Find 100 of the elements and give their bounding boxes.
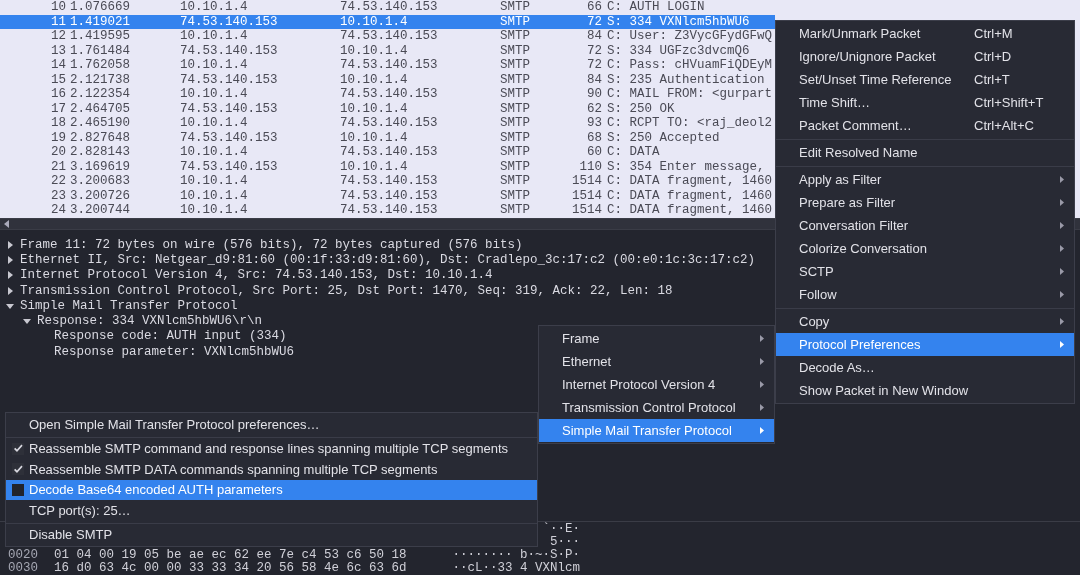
tree-item[interactable]: Response: 334 VXNlcm5hbWU6\r\n	[37, 314, 263, 329]
table-cell-text: SMTP	[500, 0, 531, 15]
checkbox[interactable]	[11, 483, 24, 496]
table-cell: C: DATA fragment, 1460	[607, 188, 773, 203]
table-cell-text: 22	[50, 174, 66, 189]
menu-item[interactable]: Copy	[776, 310, 1074, 333]
expand-arrow-icon[interactable]	[6, 271, 14, 280]
menu-item[interactable]: Conversation Filter	[776, 214, 1074, 237]
menu-item[interactable]: Packet Comment… Ctrl+Alt+C	[776, 114, 1074, 137]
table-cell-text: 16	[50, 87, 66, 102]
table-cell-text: 72	[586, 58, 602, 73]
table-cell-text: 74.53.140.153	[180, 72, 279, 87]
menu-item[interactable]: Prepare as Filter	[776, 191, 1074, 214]
table-cell-text: 60	[586, 145, 602, 160]
menu-item[interactable]: Follow	[776, 283, 1074, 306]
menu-item[interactable]: Time Shift… Ctrl+Shift+T	[776, 91, 1074, 114]
byte-offset: 0030	[7, 562, 39, 575]
expand-arrow-icon[interactable]	[6, 255, 14, 264]
menu-item[interactable]: Colorize Conversation	[776, 237, 1074, 260]
table-cell-text: 1.761484	[70, 43, 131, 58]
table-cell-text: 10.10.1.4	[340, 130, 409, 145]
tree-item[interactable]: Response parameter: VXNlcm5hbWU6	[54, 344, 295, 359]
menu-item[interactable]: Open Simple Mail Transfer Protocol preferences…	[6, 414, 537, 435]
table-cell-text: 93	[586, 116, 602, 131]
menu-item[interactable]: Decode As…	[776, 356, 1074, 379]
menu-item[interactable]: Ignore/Unignore Packet Ctrl+D	[776, 45, 1074, 68]
table-cell-text: SMTP	[500, 174, 531, 189]
submenu-arrow-icon	[760, 427, 764, 434]
table-row[interactable]: 14 1.762058 10.10.1.4 74.53.140.153 SMTP 72 C: Pass: cHVuamFiQDEyM	[0, 58, 775, 73]
table-cell: C: AUTH LOGIN	[607, 0, 705, 15]
table-row[interactable]: 10 1.076669 10.10.1.4 74.53.140.153 SMTP 66 C: AUTH LOGIN	[0, 0, 775, 15]
table-row[interactable]: 24 3.200744 10.10.1.4 74.53.140.153 SMTP 1514 C: DATA fragment, 1460	[0, 203, 775, 218]
table-row[interactable]: 20 2.828143 10.10.1.4 74.53.140.153 SMTP 60 C: DATA	[0, 145, 775, 160]
table-row[interactable]: 12 1.419595 10.10.1.4 74.53.140.153 SMTP 84 C: User: Z3VycGFydGFwQ	[0, 29, 775, 44]
table-cell-text: 10.10.1.4	[180, 116, 249, 131]
table-cell-text: 72	[586, 43, 602, 58]
tree-item[interactable]: Frame 11: 72 bytes on wire (576 bits), 72 bytes captured (576 bits)	[20, 237, 523, 252]
menu-item[interactable]: Protocol Preferences	[776, 333, 1074, 356]
table-cell-text: 74.53.140.153	[340, 145, 439, 160]
ascii-text: ··cL··33 4 VXNlcm	[452, 562, 580, 575]
menu-item[interactable]: Edit Resolved Name	[776, 141, 1074, 164]
menu-item[interactable]: Set/Unset Time Reference Ctrl+T	[776, 68, 1074, 91]
checkbox[interactable]	[11, 463, 24, 476]
table-cell-text: 84	[586, 29, 602, 44]
table-row[interactable]: 19 2.827648 74.53.140.153 10.10.1.4 SMTP 68 S: 250 Accepted	[0, 130, 775, 145]
scroll-left-icon[interactable]	[4, 220, 10, 228]
table-cell-text: 74.53.140.153	[340, 203, 439, 218]
menu-item[interactable]: Reassemble SMTP command and response lines spanning multiple TCP segments	[6, 438, 537, 459]
table-cell-text: SMTP	[500, 14, 531, 29]
table-cell-text: 2.464705	[70, 101, 131, 116]
menu-item[interactable]: Ethernet	[539, 350, 774, 373]
table-cell: S: 334 VXNlcm5hbWU6	[607, 14, 750, 29]
table-cell-text: SMTP	[500, 101, 531, 116]
table-cell-text: SMTP	[500, 203, 531, 218]
expand-arrow-icon[interactable]	[6, 240, 14, 249]
menu-item[interactable]: Reassemble SMTP DATA commands spanning multiple TCP segments	[6, 459, 537, 480]
menu-item[interactable]: Simple Mail Transfer Protocol	[539, 419, 774, 442]
menu-item[interactable]: Decode Base64 encoded AUTH parameters	[6, 479, 537, 500]
table-cell-text: 74.53.140.153	[180, 159, 279, 174]
menu-item[interactable]: Apply as Filter	[776, 168, 1074, 191]
submenu-arrow-icon	[1060, 318, 1064, 325]
table-cell-text: 10.10.1.4	[180, 203, 249, 218]
tree-item[interactable]: Response code: AUTH input (334)	[54, 329, 287, 344]
table-cell-text: 13	[50, 43, 66, 58]
ascii-text: 5···	[550, 536, 580, 549]
tree-item[interactable]: Internet Protocol Version 4, Src: 74.53.140.153, Dst: 10.10.1.4	[20, 268, 493, 283]
table-row[interactable]: 11 1.419021 74.53.140.153 10.10.1.4 SMTP 72 S: 334 VXNlcm5hbWU6	[0, 14, 775, 29]
menu-item[interactable]: TCP port(s): 25…	[6, 500, 537, 521]
menu-item[interactable]: Disable SMTP	[6, 524, 537, 545]
table-row[interactable]: 17 2.464705 74.53.140.153 10.10.1.4 SMTP 62 S: 250 OK	[0, 101, 775, 116]
menu-item[interactable]: Frame	[539, 327, 774, 350]
tree-item[interactable]: Ethernet II, Src: Netgear_d9:81:60 (00:1f:33:d9:81:60), Dst: Cradlepo_3c:17:c2 (00:e0:1c:3c:17:c2)	[20, 252, 756, 267]
table-cell-text: SMTP	[500, 130, 531, 145]
submenu-arrow-icon	[760, 335, 764, 342]
table-cell: S: 354 Enter message,	[607, 159, 765, 174]
menu-item[interactable]: Show Packet in New Window	[776, 379, 1074, 402]
table-cell-text: 74.53.140.153	[340, 0, 439, 15]
table-row[interactable]: 16 2.122354 10.10.1.4 74.53.140.153 SMTP 90 C: MAIL FROM: <gurpart	[0, 87, 775, 102]
submenu-arrow-icon	[760, 404, 764, 411]
collapse-arrow-icon[interactable]	[23, 317, 31, 326]
table-row[interactable]: 23 3.200726 10.10.1.4 74.53.140.153 SMTP 1514 C: DATA fragment, 1460	[0, 188, 775, 203]
collapse-arrow-icon[interactable]	[6, 301, 14, 310]
table-row[interactable]: 21 3.169619 74.53.140.153 10.10.1.4 SMTP 110 S: 354 Enter message,	[0, 159, 775, 174]
checkbox[interactable]	[11, 442, 24, 455]
table-row[interactable]: 13 1.761484 74.53.140.153 10.10.1.4 SMTP 72 S: 334 UGFzc3dvcmQ6	[0, 43, 775, 58]
table-cell-text: SMTP	[500, 43, 531, 58]
table-cell-text: 2.465190	[70, 116, 131, 131]
table-row[interactable]: 18 2.465190 10.10.1.4 74.53.140.153 SMTP 93 C: RCPT TO: <raj_deol2	[0, 116, 775, 131]
submenu-arrow-icon	[1060, 268, 1064, 275]
table-row[interactable]: 22 3.200683 10.10.1.4 74.53.140.153 SMTP 1514 C: DATA fragment, 1460	[0, 174, 775, 189]
menu-item[interactable]: Internet Protocol Version 4	[539, 373, 774, 396]
table-cell-text: 19	[50, 130, 66, 145]
expand-arrow-icon[interactable]	[6, 286, 14, 295]
submenu-arrow-icon	[1060, 222, 1064, 229]
tree-item[interactable]: Transmission Control Protocol, Src Port: 25, Dst Port: 1470, Seq: 319, Ack: 22, Len: 18	[20, 283, 673, 298]
tree-item[interactable]: Simple Mail Transfer Protocol	[20, 298, 238, 313]
menu-item[interactable]: SCTP	[776, 260, 1074, 283]
menu-item[interactable]: Transmission Control Protocol	[539, 396, 774, 419]
menu-item[interactable]: Mark/Unmark Packet Ctrl+M	[776, 22, 1074, 45]
table-row[interactable]: 15 2.121738 74.53.140.153 10.10.1.4 SMTP 84 S: 235 Authentication	[0, 72, 775, 87]
